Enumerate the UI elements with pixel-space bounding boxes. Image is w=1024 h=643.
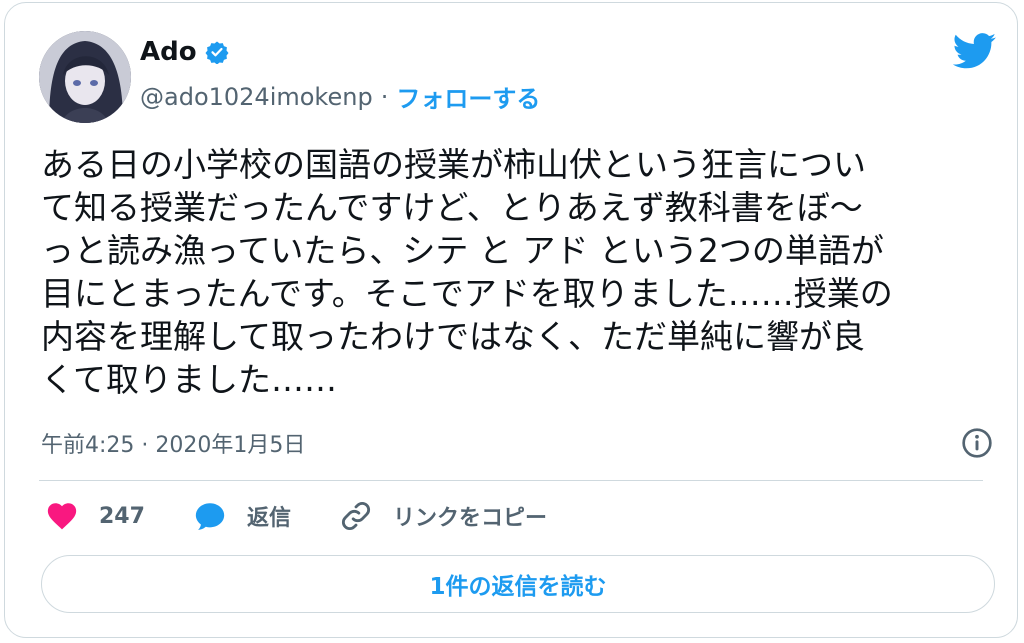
tweet-text-line: て知る授業だったんですけど、とりあえず教科書をぼ〜 xyxy=(41,188,863,227)
tweet-text-line: 目にとまったんです。そこでアドを取りました……授業の xyxy=(41,274,893,313)
tweet-text-line: 内容を理解して取ったわけではなく、ただ単純に響が良 xyxy=(41,317,866,356)
tweet-text-line: くて取りました…… xyxy=(41,360,338,399)
info-icon[interactable] xyxy=(961,427,993,459)
copy-link-button[interactable]: リンクをコピー xyxy=(339,499,547,533)
follow-link[interactable]: フォローする xyxy=(396,79,540,114)
tweet-text-line: っと読み漁っていたら、シテ と アド という2つの単語が xyxy=(41,231,884,270)
author-name[interactable]: Ado xyxy=(140,37,197,67)
action-bar: 247 返信 リンクをコピー xyxy=(45,499,595,533)
tweet-text-line: ある日の小学校の国語の授業が柿山伏という狂言につい xyxy=(41,145,866,184)
like-count: 247 xyxy=(99,503,145,529)
verified-badge-icon xyxy=(205,41,229,64)
read-replies-button[interactable]: 1件の返信を読む xyxy=(41,555,995,613)
avatar[interactable] xyxy=(39,31,131,123)
like-button[interactable]: 247 xyxy=(45,499,145,533)
author-handle[interactable]: @ado1024imokenp xyxy=(140,83,373,111)
reply-button[interactable]: 返信 xyxy=(193,499,291,533)
heart-icon xyxy=(47,503,77,530)
tweet-timestamp[interactable]: 午前4:25 · 2020年1月5日 xyxy=(41,427,305,459)
avatar-image xyxy=(39,31,131,123)
tweet-card: Ado @ado1024imokenp · フォローする ある日の小学校の国語の… xyxy=(4,2,1018,638)
tweet-text: ある日の小学校の国語の授業が柿山伏という狂言につい て知る授業だったんですけど、… xyxy=(41,143,991,401)
author-name-row: Ado xyxy=(140,37,229,67)
link-icon xyxy=(341,502,370,530)
speech-bubble-icon xyxy=(195,503,225,530)
copy-link-label: リンクをコピー xyxy=(392,506,547,531)
twitter-bird-icon[interactable] xyxy=(953,33,997,69)
divider xyxy=(39,480,983,481)
separator-dot: · xyxy=(380,82,389,111)
reply-label: 返信 xyxy=(246,506,291,531)
handle-row: @ado1024imokenp · フォローする xyxy=(140,79,540,114)
